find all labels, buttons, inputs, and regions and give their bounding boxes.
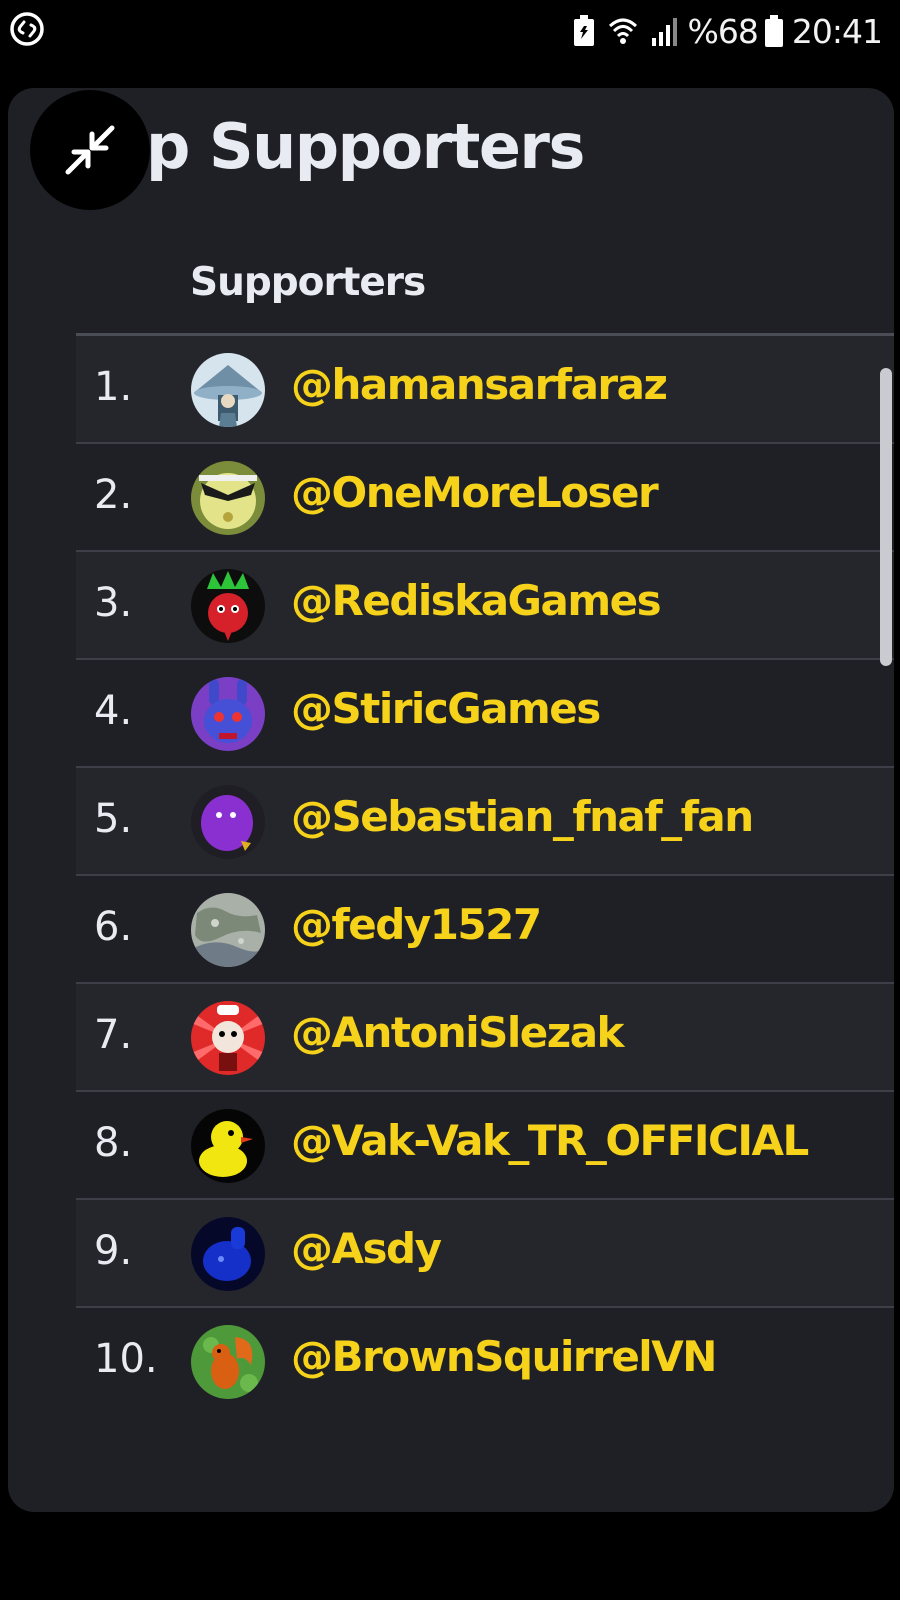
rank: 2. [94,472,133,518]
supporter-handle[interactable]: @fedy1527 [291,900,542,949]
supporters-list: 1. @hamansarfaraz 2. @OneMoreLoser 3. @R… [76,336,894,1416]
wifi-icon [608,14,638,48]
battery-saver-icon [572,14,596,48]
status-bar: %68 20:41 [0,0,900,62]
wizard-avatar [191,353,265,427]
rank: 1. [94,364,133,410]
supporter-handle[interactable]: @BrownSquirrelVN [291,1332,717,1381]
column-header-supporters: Supporters [190,260,426,305]
supporter-row-4[interactable]: 4. @StiricGames [76,660,894,768]
squirrel-avatar [191,1325,265,1399]
rank: 4. [94,688,133,734]
collapse-button[interactable] [30,90,150,210]
supporter-row-1[interactable]: 1. @hamansarfaraz [76,336,894,444]
card-title: p Supporters [146,110,585,183]
supporter-row-10[interactable]: 10. @BrownSquirrelVN [76,1308,894,1416]
supporter-handle[interactable]: @Asdy [291,1224,442,1273]
supporter-row-6[interactable]: 6. @fedy1527 [76,876,894,984]
purple-blob-avatar [191,785,265,859]
scrollbar[interactable] [880,368,892,666]
duck-avatar [191,1109,265,1183]
radish-avatar [191,569,265,643]
supporter-handle[interactable]: @RediskaGames [291,576,662,625]
collapse-arrows-icon [65,125,115,175]
rank: 8. [94,1120,133,1166]
supporter-row-9[interactable]: 9. @Asdy [76,1200,894,1308]
map-avatar [191,893,265,967]
rank: 7. [94,1012,133,1058]
supporter-row-7[interactable]: 7. @AntoniSlezak [76,984,894,1092]
blue-blob-avatar [191,1217,265,1291]
signal-icon [650,14,680,48]
rank: 10. [94,1336,158,1382]
clock: 20:41 [791,11,883,51]
supporter-handle[interactable]: @OneMoreLoser [291,468,659,517]
battery-icon [764,14,784,48]
supporter-handle[interactable]: @Vak-Vak_TR_OFFICIAL [291,1116,809,1165]
battery-percentage: %68 [687,11,759,51]
supporter-handle[interactable]: @AntoniSlezak [291,1008,624,1057]
supporter-row-3[interactable]: 3. @RediskaGames [76,552,894,660]
rank: 6. [94,904,133,950]
supporter-row-2[interactable]: 2. @OneMoreLoser [76,444,894,552]
shazam-icon [10,12,44,46]
top-supporters-card: p Supporters Supporters 1. @hamansarfara… [8,88,894,1512]
supporter-handle[interactable]: @StiricGames [291,684,601,733]
supporter-row-5[interactable]: 5. @Sebastian_fnaf_fan [76,768,894,876]
rank: 5. [94,796,133,842]
rank: 3. [94,580,133,626]
supporter-handle[interactable]: @Sebastian_fnaf_fan [291,792,754,841]
mask-avatar [191,461,265,535]
supporter-handle[interactable]: @hamansarfaraz [291,360,668,409]
supporter-row-8[interactable]: 8. @Vak-Vak_TR_OFFICIAL [76,1092,894,1200]
bunny-avatar [191,677,265,751]
chef-avatar [191,1001,265,1075]
rank: 9. [94,1228,133,1274]
